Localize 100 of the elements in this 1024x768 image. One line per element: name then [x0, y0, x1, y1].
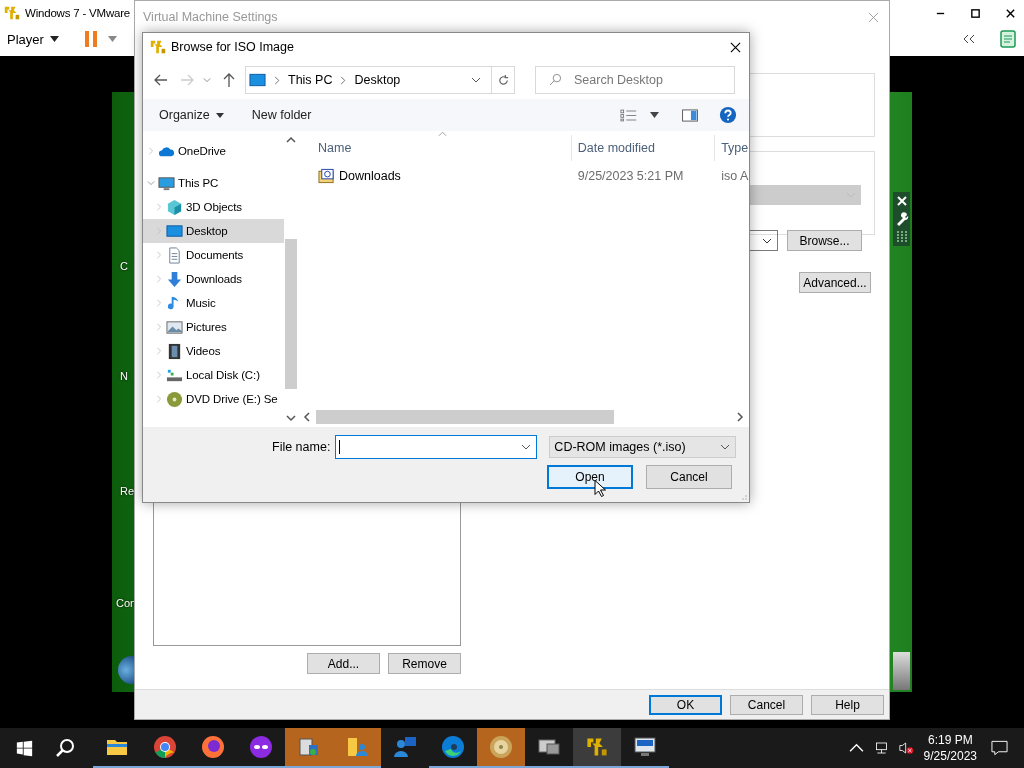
- film-icon: [166, 342, 183, 360]
- disc-icon: [489, 735, 513, 759]
- vmware-logo-icon: [3, 4, 21, 22]
- tree-item[interactable]: DVD Drive (E:) Se: [143, 387, 284, 411]
- view-options-icon[interactable]: [620, 108, 638, 122]
- column-header[interactable]: Type: [715, 135, 749, 161]
- disc-image-icon: [318, 168, 335, 184]
- desktop-icon-label[interactable]: N: [120, 370, 128, 382]
- scroll-down-icon[interactable]: [286, 414, 296, 422]
- caret-icon[interactable]: [650, 112, 659, 118]
- document-icon: [166, 246, 183, 264]
- file-type-dropdown[interactable]: CD-ROM images (*.iso): [549, 436, 737, 458]
- file-name-field[interactable]: [335, 435, 538, 459]
- down-arrow-icon: [166, 270, 183, 288]
- back-arrow-icon[interactable]: [153, 72, 169, 88]
- column-header[interactable]: Date modified: [571, 135, 716, 161]
- file-name-cell[interactable]: Downloads: [298, 168, 572, 184]
- close-icon[interactable]: [894, 194, 909, 208]
- date-cell-text: 9/25/2023 5:21 PM: [576, 169, 685, 183]
- clock-date[interactable]: 9/25/2023: [923, 748, 977, 764]
- pause-icon[interactable]: [83, 30, 98, 48]
- chevron-right-icon: [274, 75, 280, 85]
- new-folder-button[interactable]: New folder: [245, 106, 318, 124]
- chevron-down-icon: [762, 237, 772, 244]
- mask-icon: [249, 735, 273, 759]
- resize-grip-icon[interactable]: [739, 492, 747, 500]
- tree-item[interactable]: 3D Objects: [143, 195, 284, 219]
- chevron-up-icon[interactable]: [848, 741, 864, 755]
- notification-icon[interactable]: [991, 740, 1008, 756]
- dialog-title: Browse for ISO Image: [171, 40, 294, 54]
- help-icon[interactable]: [719, 106, 737, 124]
- scroll-handle[interactable]: [893, 652, 910, 690]
- browser-icon: [201, 735, 225, 759]
- tree-item[interactable]: Downloads: [143, 267, 284, 291]
- refresh-icon: [496, 73, 510, 87]
- preview-pane-icon[interactable]: [681, 108, 699, 122]
- tree-item[interactable]: Documents: [143, 243, 284, 267]
- browser-icon: [153, 735, 177, 759]
- browser-icon: [441, 735, 465, 759]
- dialog-button[interactable]: Open: [547, 465, 633, 489]
- desktop-icon: [166, 222, 183, 240]
- remove-button[interactable]: Remove: [388, 653, 461, 674]
- double-chevron-left-icon[interactable]: [962, 34, 976, 44]
- scroll-left-icon[interactable]: [303, 412, 311, 422]
- search-icon[interactable]: [55, 738, 75, 758]
- grip-icon[interactable]: [894, 230, 909, 244]
- window-title: Windows 7 - VMware: [25, 7, 131, 19]
- desktop-icon-label[interactable]: C: [120, 260, 128, 272]
- note-icon[interactable]: [1000, 30, 1016, 48]
- installer-icon: [297, 735, 321, 759]
- chevron-down-icon[interactable]: [471, 77, 481, 83]
- tree-item[interactable]: OneDrive: [143, 139, 284, 163]
- folder-user-icon: [345, 735, 369, 759]
- file-name-label: File name:: [272, 440, 331, 454]
- tree-item[interactable]: Music: [143, 291, 284, 315]
- desktop-icon: [249, 73, 266, 87]
- breadcrumb-item[interactable]: This PC: [288, 73, 333, 87]
- dialog-button[interactable]: Help: [811, 694, 884, 715]
- tree-item[interactable]: Local Disk (C:): [143, 363, 284, 387]
- search-icon: [549, 73, 562, 86]
- type-cell-text: iso A: [720, 169, 749, 183]
- vmware-logo-icon: [149, 38, 167, 56]
- tree-item[interactable]: Desktop: [143, 219, 284, 243]
- advanced-button[interactable]: Advanced...: [799, 272, 871, 293]
- network-icon[interactable]: [873, 741, 889, 755]
- desktop-icon-label[interactable]: Re: [120, 485, 135, 497]
- windows-logo-icon[interactable]: [16, 739, 33, 757]
- window-title: Virtual Machine Settings: [143, 10, 278, 24]
- caret-icon: [49, 36, 59, 42]
- chevron-down-icon: [720, 444, 731, 450]
- up-arrow-icon[interactable]: [221, 72, 237, 88]
- tree-item[interactable]: This PC: [143, 171, 284, 195]
- monitor-icon: [633, 735, 657, 759]
- scrollbar-thumb[interactable]: [316, 410, 614, 424]
- browse-button[interactable]: Browse...: [787, 230, 862, 251]
- search-field[interactable]: Search Desktop: [535, 66, 735, 94]
- add-button[interactable]: Add...: [307, 653, 380, 674]
- cube-icon: [166, 198, 183, 216]
- clock-time[interactable]: 6:19 PM: [927, 732, 973, 748]
- chevron-down-icon[interactable]: [521, 444, 532, 450]
- player-menu[interactable]: Player: [4, 31, 62, 47]
- scroll-up-icon[interactable]: [286, 136, 296, 144]
- dialog-button[interactable]: OK: [649, 694, 722, 715]
- tree-item[interactable]: Videos: [143, 339, 284, 363]
- column-header[interactable]: Name: [298, 135, 572, 161]
- people-icon: [393, 735, 417, 759]
- close-icon[interactable]: [730, 41, 741, 53]
- tree-item[interactable]: Pictures: [143, 315, 284, 339]
- scroll-right-icon[interactable]: [736, 412, 744, 422]
- close-icon[interactable]: [1005, 7, 1016, 19]
- maximize-icon[interactable]: [970, 7, 981, 19]
- dialog-button[interactable]: Cancel: [730, 694, 803, 715]
- breadcrumb-item[interactable]: Desktop: [354, 73, 401, 87]
- volume-muted-icon[interactable]: [898, 741, 914, 755]
- dialog-button[interactable]: Cancel: [646, 465, 732, 489]
- chevron-right-icon: [340, 75, 347, 85]
- address-bar[interactable]: This PC Desktop: [245, 66, 515, 94]
- scrollbar-thumb[interactable]: [285, 239, 297, 389]
- disc-icon: [166, 390, 183, 408]
- organize-menu[interactable]: Organize: [153, 106, 230, 124]
